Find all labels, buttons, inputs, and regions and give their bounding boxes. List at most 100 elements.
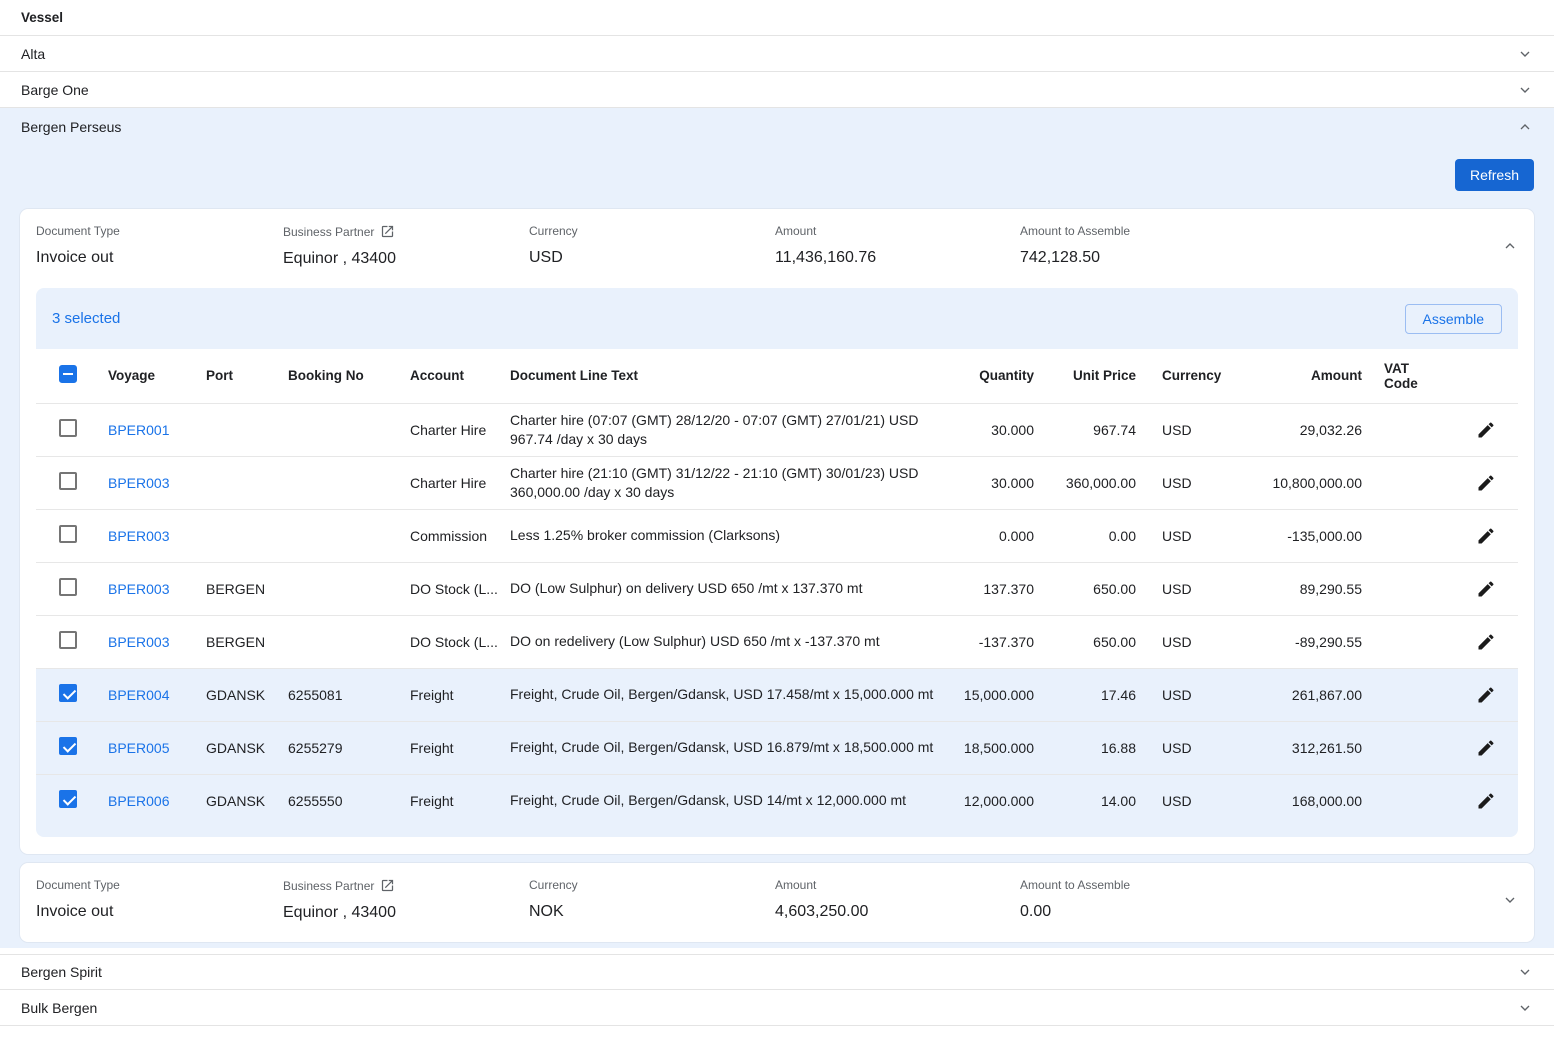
- row-checkbox[interactable]: [59, 419, 77, 437]
- account-cell: Commission: [402, 509, 502, 562]
- vessel-row-barge-one[interactable]: Barge One: [0, 72, 1554, 108]
- chevron-down-icon[interactable]: [1517, 46, 1533, 62]
- table-row: BPER003 Commission Less 1.25% broker com…: [36, 509, 1518, 562]
- collapse-document-button[interactable]: [1482, 238, 1518, 254]
- chevron-down-icon[interactable]: [1502, 892, 1518, 908]
- selected-count: 3 selected: [52, 310, 120, 327]
- field-label: Business Partner: [283, 879, 374, 893]
- port-cell: BERGEN: [198, 562, 280, 615]
- voyage-link[interactable]: BPER006: [108, 793, 169, 809]
- doc-line-text-cell: Freight, Crude Oil, Bergen/Gdansk, USD 1…: [502, 774, 942, 827]
- edit-line-button[interactable]: [1476, 791, 1496, 811]
- account-cell: Freight: [402, 721, 502, 774]
- voyage-link[interactable]: BPER001: [108, 422, 169, 438]
- quantity-cell: 137.370: [942, 562, 1042, 615]
- edit-line-button[interactable]: [1476, 738, 1496, 758]
- field-label: Business Partner: [283, 225, 374, 239]
- chevron-down-icon[interactable]: [1517, 82, 1533, 98]
- quantity-cell: -137.370: [942, 615, 1042, 668]
- selection-toolbar: 3 selected Assemble: [36, 288, 1518, 349]
- voyage-link[interactable]: BPER004: [108, 687, 169, 703]
- amount-cell: 10,800,000.00: [1240, 456, 1370, 509]
- edit-line-button[interactable]: [1476, 473, 1496, 493]
- table-row: BPER003 BERGEN DO Stock (L... DO (Low Su…: [36, 562, 1518, 615]
- currency-cell: USD: [1148, 562, 1240, 615]
- unit-price-cell: 0.00: [1042, 509, 1148, 562]
- doc-line-text-cell: Less 1.25% broker commission (Clarksons): [502, 509, 942, 562]
- field-label: Amount to Assemble: [1020, 224, 1482, 238]
- refresh-row: Refresh: [0, 145, 1554, 191]
- voyage-link[interactable]: BPER003: [108, 528, 169, 544]
- pencil-icon: [1476, 579, 1496, 599]
- amount-to-assemble-value: 0.00: [1020, 903, 1482, 921]
- field-business-partner: Business Partner Equinor , 43400: [283, 224, 529, 268]
- expand-document-button[interactable]: [1482, 892, 1518, 908]
- chevron-up-icon[interactable]: [1517, 119, 1533, 135]
- edit-line-button[interactable]: [1476, 579, 1496, 599]
- booking-no-cell: [280, 562, 402, 615]
- edit-line-button[interactable]: [1476, 685, 1496, 705]
- header-account: Account: [402, 349, 502, 403]
- vessel-list-header-label: Vessel: [21, 10, 63, 25]
- booking-no-cell: [280, 509, 402, 562]
- chevron-up-icon[interactable]: [1502, 238, 1518, 254]
- account-cell: DO Stock (L...: [402, 615, 502, 668]
- table-row: BPER004 GDANSK 6255081 Freight Freight, …: [36, 668, 1518, 721]
- doc-line-text-cell: Charter hire (07:07 (GMT) 28/12/20 - 07:…: [502, 403, 942, 456]
- chevron-down-icon[interactable]: [1517, 964, 1533, 980]
- field-amount: Amount 4,603,250.00: [775, 878, 1020, 921]
- booking-no-cell: [280, 403, 402, 456]
- edit-line-button[interactable]: [1476, 420, 1496, 440]
- chevron-down-icon[interactable]: [1517, 1000, 1533, 1016]
- voyage-link[interactable]: BPER005: [108, 740, 169, 756]
- open-in-new-icon[interactable]: [380, 878, 395, 893]
- assemble-button[interactable]: Assemble: [1405, 304, 1502, 334]
- quantity-cell: 12,000.000: [942, 774, 1042, 827]
- currency-cell: USD: [1148, 615, 1240, 668]
- refresh-button[interactable]: Refresh: [1455, 159, 1534, 191]
- row-checkbox[interactable]: [59, 472, 77, 490]
- row-checkbox[interactable]: [59, 737, 77, 755]
- line-items-body: BPER001 Charter Hire Charter hire (07:07…: [36, 403, 1518, 827]
- voyage-link[interactable]: BPER003: [108, 634, 169, 650]
- amount-cell: 312,261.50: [1240, 721, 1370, 774]
- amount-value: 11,436,160.76: [775, 249, 1020, 267]
- edit-line-button[interactable]: [1476, 526, 1496, 546]
- edit-line-button[interactable]: [1476, 632, 1496, 652]
- port-cell: GDANSK: [198, 721, 280, 774]
- field-label: Currency: [529, 878, 775, 892]
- doc-line-text-cell: DO on redelivery (Low Sulphur) USD 650 /…: [502, 615, 942, 668]
- port-cell: GDANSK: [198, 774, 280, 827]
- row-checkbox[interactable]: [59, 578, 77, 596]
- currency-cell: USD: [1148, 403, 1240, 456]
- table-row: BPER005 GDANSK 6255279 Freight Freight, …: [36, 721, 1518, 774]
- amount-value: 4,603,250.00: [775, 903, 1020, 921]
- vessel-row-bergen-perseus[interactable]: Bergen Perseus: [0, 108, 1554, 145]
- header-booking-no: Booking No: [280, 349, 402, 403]
- quantity-cell: 18,500.000: [942, 721, 1042, 774]
- voyage-link[interactable]: BPER003: [108, 581, 169, 597]
- vat-code-cell: [1370, 403, 1454, 456]
- amount-cell: 168,000.00: [1240, 774, 1370, 827]
- vessel-row-label: Alta: [21, 46, 45, 62]
- vat-code-cell: [1370, 615, 1454, 668]
- vessel-row-alta[interactable]: Alta: [0, 36, 1554, 72]
- row-checkbox[interactable]: [59, 525, 77, 543]
- document-lines-table: Voyage Port Booking No Account Document …: [36, 349, 1518, 827]
- vat-code-cell: [1370, 774, 1454, 827]
- amount-cell: 261,867.00: [1240, 668, 1370, 721]
- vessel-row-bergen-spirit[interactable]: Bergen Spirit: [0, 954, 1554, 990]
- currency-cell: USD: [1148, 721, 1240, 774]
- pencil-icon: [1476, 473, 1496, 493]
- open-in-new-icon[interactable]: [380, 224, 395, 239]
- row-checkbox[interactable]: [59, 684, 77, 702]
- voyage-link[interactable]: BPER003: [108, 475, 169, 491]
- row-checkbox[interactable]: [59, 790, 77, 808]
- pencil-icon: [1476, 420, 1496, 440]
- field-label: Document Type: [36, 878, 283, 892]
- line-selection-area: 3 selected Assemble Voyage Port Booking …: [36, 288, 1518, 837]
- pencil-icon: [1476, 526, 1496, 546]
- select-all-checkbox[interactable]: [59, 365, 77, 383]
- row-checkbox[interactable]: [59, 631, 77, 649]
- vessel-row-bulk-bergen[interactable]: Bulk Bergen: [0, 990, 1554, 1026]
